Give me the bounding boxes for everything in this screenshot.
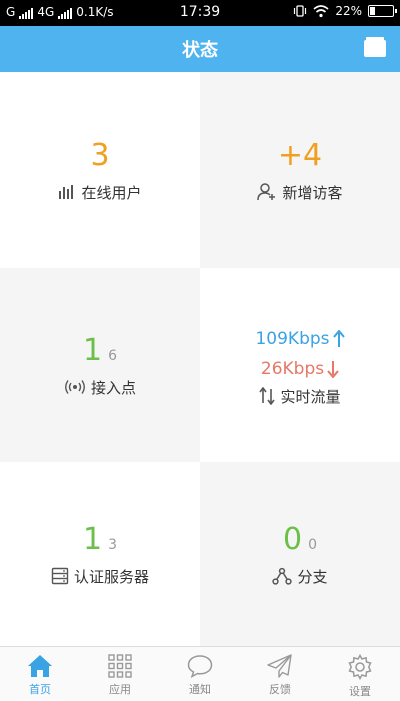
folder-icon[interactable] [364,37,386,57]
arrow-up-icon [332,329,345,347]
branches-card[interactable]: 0 0 分支 [200,462,400,646]
tab-home-label: 首页 [29,683,51,696]
traffic-card[interactable]: 109Kbps 26Kbps 实时流量 [200,268,400,462]
add-user-icon [257,183,276,201]
tab-apps-label: 应用 [109,683,131,696]
page-title: 状态 [182,40,218,61]
branches-online: 0 [282,521,303,557]
online-users-label: 在线用户 [81,183,142,202]
access-points-card[interactable]: 1 6 接入点 [0,268,200,462]
tab-notifications-label: 通知 [189,683,211,696]
traffic-label: 实时流量 [280,387,341,406]
branch-icon [272,567,293,585]
transfer-arrows-icon [259,387,276,405]
home-icon [28,655,52,677]
status-bar: G 4G 0.1K/s 17:39 22% [0,0,400,26]
access-points-online: 1 [82,332,103,368]
auth-servers-label: 认证服务器 [73,567,149,586]
access-points-total: 6 [108,347,117,364]
new-visitors-card[interactable]: +4 新增访客 [200,72,400,268]
paper-plane-icon [267,654,292,678]
vibrate-icon [294,5,307,17]
app-bar: 状态 [0,26,400,72]
auth-servers-total: 3 [108,536,117,553]
tab-apps[interactable]: 应用 [80,647,160,701]
broadcast-icon [65,380,85,394]
online-users-count: 3 [90,137,110,173]
arrow-down-icon [327,360,339,378]
battery-percent: 22% [335,4,362,18]
branches-total: 0 [308,536,317,553]
wifi-icon [313,5,329,18]
new-visitors-label: 新增访客 [282,183,343,202]
tab-settings-label: 设置 [349,685,371,698]
server-icon [51,567,69,585]
grid-icon [108,654,132,678]
auth-servers-card[interactable]: 1 3 认证服务器 [0,462,200,646]
gear-icon [348,654,372,680]
download-rate: 26Kbps [260,358,325,379]
new-visitors-count: +4 [277,137,323,173]
battery-icon [368,5,397,17]
branches-label: 分支 [297,567,328,586]
tab-feedback-label: 反馈 [269,683,291,696]
access-points-label: 接入点 [90,378,136,397]
chat-bubble-icon [187,655,213,678]
tab-settings[interactable]: 设置 [320,647,400,701]
tab-home[interactable]: 首页 [0,647,80,701]
online-users-card[interactable]: 3 在线用户 [0,72,200,268]
upload-rate: 109Kbps [255,328,330,349]
status-grid: 3 在线用户 +4 新增访客 1 6 接入点 109Kbps 26Kbps 实时… [0,72,400,646]
tab-feedback[interactable]: 反馈 [240,647,320,701]
bar-chart-icon [59,185,74,199]
tab-notifications[interactable]: 通知 [160,647,240,701]
bottom-tab-bar: 首页 应用 通知 反馈 设置 [0,646,400,700]
auth-servers-online: 1 [82,521,103,557]
